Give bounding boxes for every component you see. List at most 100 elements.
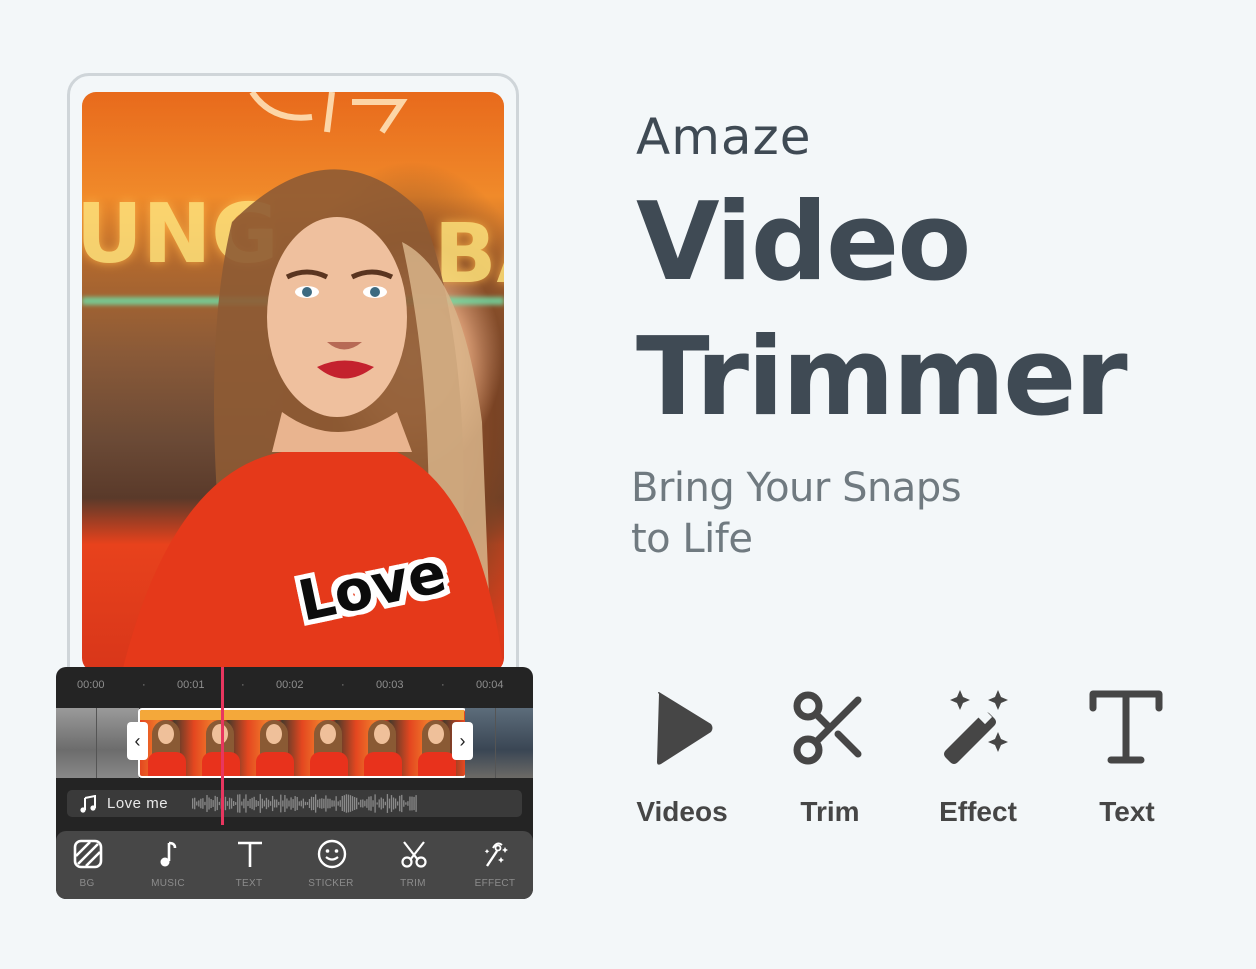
waveform-bar [263,800,266,807]
toolbar-label: MUSIC [151,878,185,889]
text-icon [1089,690,1163,764]
ruler-dot: · [441,679,445,691]
feature-label: Text [1099,796,1155,827]
waveform-bar [196,801,198,806]
waveform-bar [378,799,380,808]
waveform-bar [226,801,229,806]
toolbar-effect-button[interactable]: EFFECT [460,831,530,899]
waveform-bar [308,798,311,809]
waveform-bar [347,794,350,813]
timestamp-4: 00:04 [476,679,504,691]
waveform-bar [335,796,337,811]
waveform-bar [394,798,397,809]
waveform-bar [218,801,220,806]
audio-waveform [192,794,417,813]
waveform-bar [321,798,323,809]
waveform-bar [353,797,356,810]
waveform-bar [327,798,329,809]
toolbar-music-button[interactable]: MUSIC [133,831,203,899]
magic-wand-icon [484,842,508,867]
timeline-editor: 00:00 · 00:01 · 00:02 · 00:03 · 00:04 ‹ … [56,667,533,899]
waveform-bar [382,798,384,809]
waveform-bar [384,801,386,806]
feature-trim[interactable]: Trim [770,688,890,838]
toolbar-sticker-button[interactable]: STICKER [296,831,366,899]
toolbar-label: BG [79,878,95,889]
waveform-bar [337,801,339,806]
waveform-bar [288,800,290,807]
toolbar-bg-button[interactable]: BG [56,831,122,899]
waveform-bar [294,796,296,811]
waveform-bar [411,796,413,811]
waveform-bar [253,796,255,811]
waveform-bar [204,801,206,806]
waveform-bar [315,794,317,813]
feature-text[interactable]: Text [1067,688,1187,838]
waveform-bar [413,796,415,811]
waveform-bar [214,795,216,812]
feature-effect[interactable]: Effect [918,688,1038,838]
tagline: Bring Your Snaps to Life [631,463,1031,565]
waveform-bar [380,797,382,810]
waveform-bar [276,799,278,808]
toolbar-label: TEXT [235,878,263,889]
waveform-bar [194,797,196,810]
waveform-bar [255,800,257,807]
selected-clip[interactable] [138,708,467,778]
waveform-bar [271,795,274,812]
waveform-bar [409,796,411,811]
trim-end-handle[interactable]: › [452,722,473,760]
brand-name: Amaze [636,108,812,166]
waveform-bar [300,800,302,807]
background-icon [73,839,103,869]
waveform-bar [319,798,321,809]
waveform-bar [323,798,325,809]
waveform-bar [261,798,263,809]
waveform-bar [397,801,399,806]
audio-track[interactable]: Love me [67,790,522,817]
trim-start-handle[interactable]: ‹ [127,722,148,760]
waveform-bar [282,800,284,807]
music-note-icon [80,795,96,813]
waveform-bar [290,797,292,810]
waveform-bar [341,795,343,812]
toolbar-label: STICKER [308,878,354,889]
waveform-bar [284,794,286,813]
waveform-bar [345,794,348,813]
waveform-bar [210,799,212,808]
waveform-bar [374,794,376,813]
waveform-bar [331,800,333,807]
waveform-bar [198,800,200,807]
waveform-bar [269,801,272,806]
feature-label: Videos [636,796,728,827]
waveform-bar [247,800,249,807]
waveform-bar [339,800,341,807]
waveform-bar [399,795,401,812]
waveform-bar [228,797,231,810]
waveform-bar [265,797,268,810]
waveform-bar [251,797,253,810]
waveform-bar [312,797,315,810]
waveform-bar [349,795,352,812]
clip-thumbnail [56,708,96,778]
ruler-dot: · [241,679,245,691]
scissors-icon [793,691,862,765]
waveform-bar [239,794,241,813]
waveform-bar [302,798,304,809]
waveform-bar [358,802,360,805]
video-filmstrip[interactable]: ‹ › [56,708,533,778]
waveform-bar [286,798,288,809]
tagline-line-2: to Life [631,516,753,562]
scissors-icon [401,841,427,868]
waveform-bar [306,802,309,805]
feature-label: Trim [800,796,860,827]
playhead[interactable] [221,667,224,825]
audio-track-label: Love me [107,795,169,812]
waveform-bar [267,799,270,808]
toolbar-trim-button[interactable]: TRIM [378,831,448,899]
feature-videos[interactable]: Videos [622,688,742,838]
toolbar-text-button[interactable]: TEXT [214,831,284,899]
waveform-bar [401,794,403,813]
waveform-bar [274,799,276,808]
play-icon [657,692,713,765]
